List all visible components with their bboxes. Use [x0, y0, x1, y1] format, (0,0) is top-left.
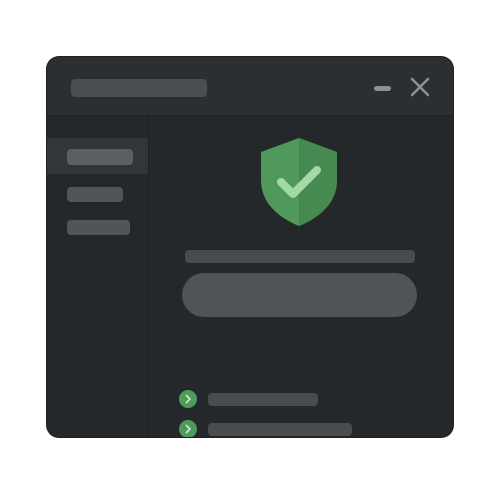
shield-check-icon — [261, 138, 337, 226]
sidebar-item-label — [67, 187, 123, 202]
sidebar-item-label — [67, 220, 130, 235]
chevron-right-icon — [179, 420, 197, 437]
main-content — [149, 116, 453, 437]
window-title — [71, 79, 207, 97]
checklist-item-label — [208, 393, 318, 406]
sidebar — [47, 116, 149, 437]
sidebar-item-2[interactable] — [47, 175, 148, 211]
app-window — [47, 57, 453, 437]
close-button[interactable] — [407, 74, 433, 100]
sidebar-item-1[interactable] — [47, 138, 148, 174]
close-icon — [410, 77, 430, 97]
chevron-right-icon — [179, 390, 197, 408]
title-bar — [47, 57, 453, 116]
checklist-item[interactable] — [179, 419, 419, 437]
primary-action-button[interactable] — [182, 273, 417, 317]
sidebar-item-3[interactable] — [47, 208, 148, 244]
checklist-item-label — [208, 423, 352, 436]
minimize-icon — [374, 86, 391, 91]
sidebar-item-label — [67, 149, 133, 165]
status-heading — [185, 250, 415, 263]
minimize-button[interactable] — [371, 79, 393, 95]
checklist-item[interactable] — [179, 389, 419, 409]
